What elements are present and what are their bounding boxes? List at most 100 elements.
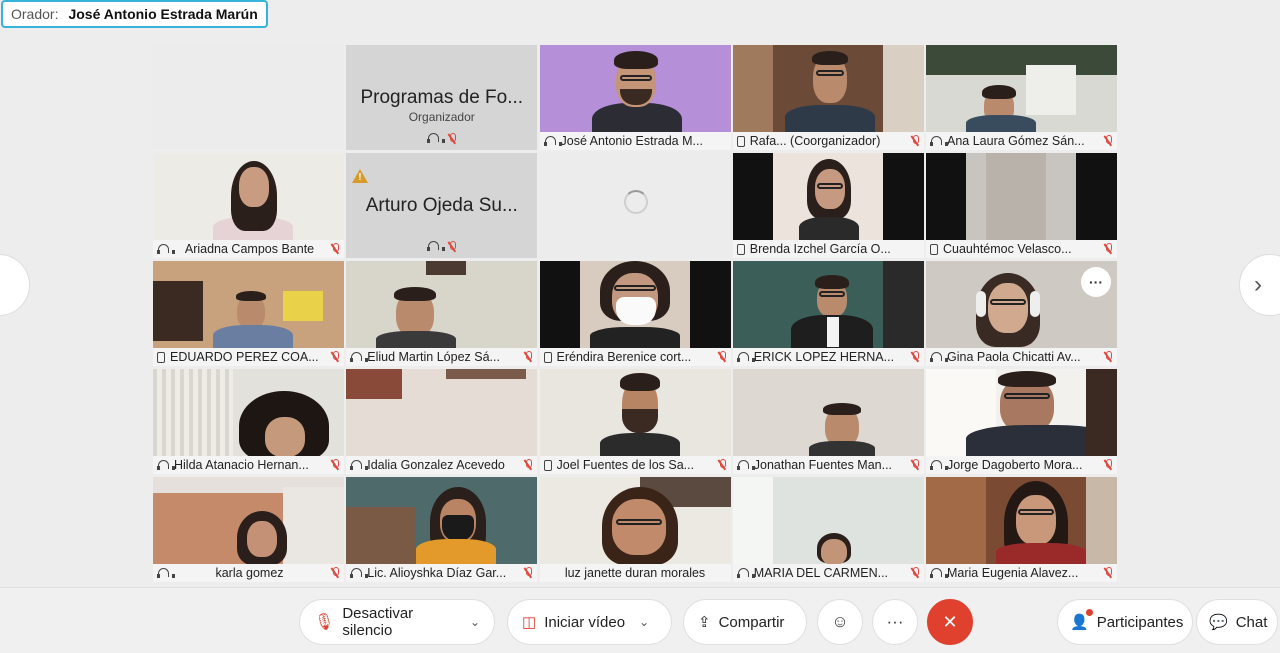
video-feed [153, 45, 344, 132]
participant-tile[interactable]: Programas de Fo... Organizador [346, 45, 538, 150]
muted-mic-icon [717, 351, 727, 363]
name-bar: Gina Paola Chicatti Av... [926, 348, 1117, 366]
participants-button[interactable]: 👤 Participantes [1057, 599, 1193, 645]
participant-tile[interactable]: Eliud Martin López Sá... [346, 261, 538, 366]
start-video-button[interactable]: ◫ Iniciar vídeo ⌄ [507, 599, 672, 645]
warning-icon [352, 169, 369, 183]
video-feed [153, 261, 344, 348]
participant-name: Cuauhtémoc Velasco... [943, 242, 1072, 256]
participant-tile[interactable]: Ana Laura Gómez Sán... [926, 45, 1117, 150]
participant-tile[interactable]: Jonathan Fuentes Man... [732, 369, 924, 474]
video-feed [153, 369, 344, 456]
video-feed [346, 261, 538, 348]
participant-tile[interactable]: ··· Gina Paola Chicatti Av... [926, 261, 1117, 366]
participant-tile[interactable]: Cuauhtémoc Velasco... [926, 153, 1117, 258]
participant-tile[interactable]: karla gomez [153, 477, 344, 582]
phone-icon [543, 459, 552, 471]
previous-page-button[interactable]: ‹ [0, 254, 30, 316]
chevron-down-icon[interactable]: ⌄ [639, 615, 649, 629]
participant-tile[interactable]: Maria Eugenia Alavez... [926, 477, 1117, 582]
participant-tile[interactable]: Hilda Atanacio Hernan... [153, 369, 344, 474]
person-icon: 👤 [1070, 614, 1089, 631]
name-bar: José Antonio Estrada M... [539, 132, 731, 150]
participants-label: Participantes [1096, 613, 1184, 631]
participant-tile[interactable]: MARIA DEL CARMEN... [732, 477, 924, 582]
participant-tile[interactable]: Jorge Dagoberto Mora... [926, 369, 1117, 474]
name-bar: Joel Fuentes de los Sa... [539, 456, 731, 474]
participant-tile[interactable]: Idalia Gonzalez Acevedo [346, 369, 538, 474]
headset-icon [426, 133, 445, 144]
headset-icon [157, 243, 175, 255]
participant-name: Brenda Izchel García O... [749, 242, 891, 256]
name-bar: Ana Laura Gómez Sán... [926, 132, 1117, 150]
muted-mic-icon [1103, 243, 1113, 255]
meeting-toolbar: 🎙 Desactivar silencio ⌄ ◫ Iniciar vídeo … [0, 587, 1280, 653]
video-feed [539, 477, 731, 564]
video-feed [732, 369, 924, 456]
headset-icon [930, 351, 948, 363]
headset-icon [157, 567, 175, 579]
participant-name: karla gomez [215, 566, 284, 580]
participant-tile[interactable] [153, 45, 344, 150]
participant-tile-active[interactable]: José Antonio Estrada M... [539, 45, 731, 150]
chevron-down-icon[interactable]: ⌄ [470, 615, 480, 629]
participant-name: Eliud Martin López Sá... [367, 350, 500, 364]
next-page-button[interactable]: › [1239, 254, 1280, 316]
muted-mic-icon [523, 567, 533, 579]
reactions-button[interactable]: ☺ [817, 599, 863, 645]
participant-tile-loading[interactable] [539, 153, 731, 258]
notification-dot [1086, 609, 1093, 616]
name-bar: karla gomez [153, 564, 344, 582]
participant-tile[interactable]: Eréndira Berenice cort... [539, 261, 731, 366]
tile-more-options-button[interactable]: ··· [1081, 267, 1111, 297]
name-bar: Brenda Izchel García O... [732, 240, 924, 258]
video-feed [926, 477, 1117, 564]
muted-mic-icon [910, 135, 920, 147]
name-bar: Rafa... (Coorganizador) [732, 132, 924, 150]
participant-name: José Antonio Estrada M... [560, 134, 703, 148]
end-meeting-button[interactable]: ✕ [927, 599, 973, 645]
video-feed [346, 477, 538, 564]
emoji-icon: ☺ [831, 612, 849, 631]
headset-icon [350, 567, 369, 579]
unmute-button[interactable]: 🎙 Desactivar silencio ⌄ [299, 599, 495, 645]
video-feed [926, 153, 1117, 240]
unmute-label: Desactivar silencio [342, 605, 414, 639]
share-icon: ⇪ [698, 614, 711, 631]
more-options-button[interactable]: ··· [872, 599, 918, 645]
participant-name: EDUARDO PEREZ COA... [170, 350, 319, 364]
participant-tile[interactable]: ERICK LOPEZ HERNA... [732, 261, 924, 366]
name-bar: Jorge Dagoberto Mora... [926, 456, 1117, 474]
share-button[interactable]: ⇪ Compartir [683, 599, 807, 645]
participant-tile[interactable]: Ariadna Campos Bante [153, 153, 344, 258]
name-bar: ERICK LOPEZ HERNA... [732, 348, 924, 366]
participant-tile[interactable]: Joel Fuentes de los Sa... [539, 369, 731, 474]
participant-name: Lic. Alioyshka Díaz Gar... [367, 566, 507, 580]
chat-button[interactable]: 💬 Chat [1196, 599, 1278, 645]
participant-name-large: Programas de Fo... [360, 87, 524, 108]
participant-tile[interactable]: Brenda Izchel García O... [732, 153, 924, 258]
phone-icon [736, 135, 745, 147]
name-bar: Idalia Gonzalez Acevedo [346, 456, 538, 474]
participant-tile[interactable]: Lic. Alioyshka Díaz Gar... [346, 477, 538, 582]
muted-mic-icon [1103, 459, 1113, 471]
headset-icon [736, 459, 755, 471]
speaker-name: José Antonio Estrada Marún [68, 6, 258, 22]
participant-tile[interactable]: luz janette duran morales [539, 477, 731, 582]
name-bar: luz janette duran morales [539, 564, 731, 582]
chat-label: Chat [1235, 613, 1268, 631]
active-speaker-badge: Orador: José Antonio Estrada Marún [1, 0, 268, 28]
headset-icon [930, 567, 948, 579]
participant-tile[interactable]: EDUARDO PEREZ COA... [153, 261, 344, 366]
muted-mic-icon [910, 459, 920, 471]
phone-icon [543, 351, 552, 363]
video-feed [732, 45, 924, 132]
headset-icon [426, 241, 445, 252]
participant-tile[interactable]: Rafa... (Coorganizador) [732, 45, 924, 150]
name-bar: Hilda Atanacio Hernan... [153, 456, 344, 474]
speaker-label: Orador: [11, 6, 59, 22]
muted-mic-icon [1103, 567, 1113, 579]
participant-tile[interactable]: Arturo Ojeda Su... [346, 153, 538, 258]
headset-icon [543, 135, 562, 147]
participant-name: Gina Paola Chicatti Av... [947, 350, 1081, 364]
